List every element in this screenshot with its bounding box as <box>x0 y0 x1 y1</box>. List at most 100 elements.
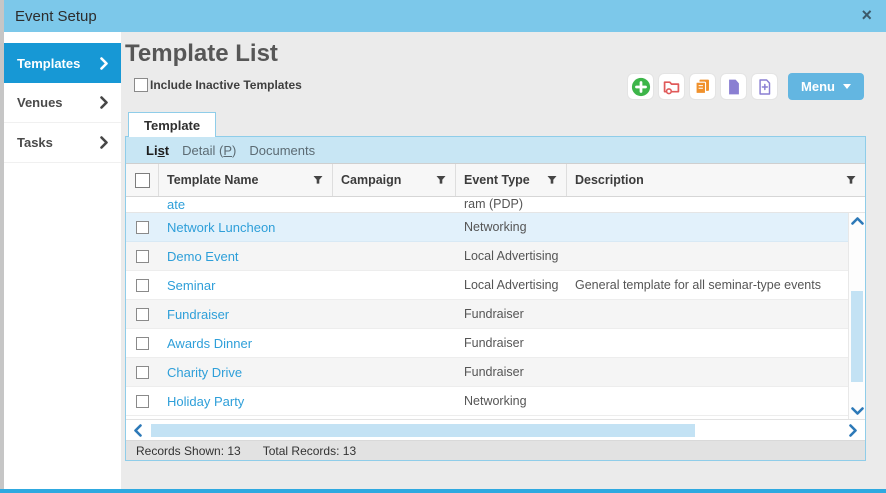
table-row[interactable]: Demo Event Local Advertising <box>126 242 865 271</box>
horizontal-scroll-track[interactable] <box>151 424 840 437</box>
add-icon <box>631 77 651 97</box>
tab-template[interactable]: Template <box>128 112 216 137</box>
template-name-cell: Fundraiser <box>159 307 333 322</box>
event-type-cell: Networking <box>456 394 567 408</box>
sidebar-item-tasks[interactable]: Tasks <box>4 123 121 163</box>
event-type-cell: Fundraiser <box>456 307 567 321</box>
row-checkbox-cell <box>126 366 159 379</box>
dialog-title: Event Setup <box>15 8 97 25</box>
row-checkbox-cell <box>126 308 159 321</box>
template-panel: List Detail (P) Documents Template Name … <box>125 136 866 461</box>
sidebar-item-label: Tasks <box>17 135 53 150</box>
event-type-cell: Local Advertising <box>456 278 567 292</box>
row-checkbox-cell <box>126 395 159 408</box>
template-name-link[interactable]: Seminar <box>167 278 215 293</box>
folder-icon <box>662 77 681 96</box>
template-name-link[interactable]: Awards Dinner <box>167 336 252 351</box>
copy-button[interactable] <box>689 73 716 100</box>
subtab-list[interactable]: List <box>146 143 169 158</box>
event-type-cell: Local Advertising <box>456 249 567 263</box>
column-header-description[interactable]: Description <box>567 164 865 196</box>
template-name-link[interactable]: Holiday Party <box>167 394 244 409</box>
menu-button-label: Menu <box>801 79 835 94</box>
include-inactive-templates: Include Inactive Templates <box>134 78 302 92</box>
vertical-scrollbar[interactable] <box>848 213 865 419</box>
grid-header: Template Name Campaign Event Type Descri… <box>126 163 865 197</box>
sidebar-item-label: Templates <box>17 56 80 71</box>
filter-icon[interactable] <box>547 175 557 185</box>
horizontal-scrollbar[interactable] <box>126 419 865 440</box>
table-row[interactable]: Holiday Party Networking <box>126 387 865 416</box>
chevron-right-icon <box>100 96 108 109</box>
include-inactive-checkbox[interactable] <box>134 78 148 92</box>
page-title: Template List <box>125 40 278 68</box>
close-icon[interactable]: × <box>861 5 872 25</box>
row-checkbox[interactable] <box>136 395 149 408</box>
row-checkbox[interactable] <box>136 221 149 234</box>
template-name-link[interactable]: Fundraiser <box>167 307 229 322</box>
subtab-detail[interactable]: Detail (P) <box>182 143 236 158</box>
subtab-accel: s <box>158 143 165 158</box>
sidebar-item-templates[interactable]: Templates <box>4 43 121 83</box>
template-name-link[interactable]: Network Luncheon <box>167 220 275 235</box>
column-header-campaign[interactable]: Campaign <box>333 164 456 196</box>
scroll-left-icon[interactable] <box>133 424 142 437</box>
subtab-label-part: t <box>165 143 169 158</box>
row-checkbox[interactable] <box>136 250 149 263</box>
horizontal-scroll-thumb[interactable] <box>151 424 695 437</box>
table-row[interactable]: Network LuncheonNetworking <box>126 213 865 242</box>
scroll-down-icon[interactable] <box>849 407 865 416</box>
row-checkbox-cell <box>126 337 159 350</box>
sidebar: Templates Venues Tasks <box>4 32 121 489</box>
template-name-cell: Seminar <box>159 278 333 293</box>
filter-icon[interactable] <box>436 175 446 185</box>
select-all-checkbox[interactable] <box>135 173 150 188</box>
description-cell: General template for all seminar-type ev… <box>567 278 865 292</box>
subtab-documents[interactable]: Documents <box>249 143 315 158</box>
document-button[interactable] <box>720 73 747 100</box>
folder-button[interactable] <box>658 73 685 100</box>
subtab-bar: List Detail (P) Documents <box>126 137 865 163</box>
column-header-event-type[interactable]: Event Type <box>456 164 567 196</box>
scroll-up-icon[interactable] <box>849 216 865 225</box>
add-button[interactable] <box>627 73 654 100</box>
template-name-cell: Awards Dinner <box>159 336 333 351</box>
filter-icon[interactable] <box>313 175 323 185</box>
scroll-right-icon[interactable] <box>849 424 858 437</box>
subtab-label-part: Detail ( <box>182 143 223 158</box>
template-name-link[interactable]: Charity Drive <box>167 365 242 380</box>
table-row[interactable]: ate ram (PDP) <box>126 197 865 213</box>
event-type-cell: ram (PDP) <box>456 197 567 212</box>
total-records: Total Records: 13 <box>263 444 356 458</box>
sidebar-item-venues[interactable]: Venues <box>4 83 121 123</box>
subtab-label-part: ) <box>232 143 236 158</box>
tab-template-label: Template <box>144 118 200 133</box>
vertical-scroll-thumb[interactable] <box>851 291 863 382</box>
template-name-link[interactable]: Demo Event <box>167 249 239 264</box>
template-name-cell: Network Luncheon <box>159 220 333 235</box>
row-checkbox-cell <box>126 250 159 263</box>
include-inactive-label: Include Inactive Templates <box>150 78 302 92</box>
chevron-down-icon <box>843 84 851 89</box>
row-checkbox[interactable] <box>136 337 149 350</box>
table-row[interactable]: Fundraiser Fundraiser <box>126 300 865 329</box>
row-checkbox[interactable] <box>136 308 149 321</box>
grid-body: ateram (PDP)Network LuncheonNetworkingDe… <box>126 197 865 419</box>
event-type-cell: Fundraiser <box>456 336 567 350</box>
row-checkbox[interactable] <box>136 366 149 379</box>
subtab-accel: P <box>223 143 232 158</box>
template-name-cell: Charity Drive <box>159 365 333 380</box>
records-shown: Records Shown: 13 <box>136 444 241 458</box>
filter-icon[interactable] <box>846 175 856 185</box>
table-row[interactable]: Awards Dinner Fundraiser <box>126 329 865 358</box>
table-row[interactable]: Charity DriveFundraiser <box>126 358 865 387</box>
column-header-template-name[interactable]: Template Name <box>159 164 333 196</box>
table-row[interactable]: Seminar Local AdvertisingGeneral template… <box>126 271 865 300</box>
row-checkbox-cell <box>126 279 159 292</box>
column-label: Campaign <box>341 173 401 187</box>
subtab-label-part: Li <box>146 143 158 158</box>
add-document-button[interactable] <box>751 73 778 100</box>
template-name-link[interactable]: ate <box>167 197 185 212</box>
row-checkbox[interactable] <box>136 279 149 292</box>
menu-button[interactable]: Menu <box>788 73 864 100</box>
